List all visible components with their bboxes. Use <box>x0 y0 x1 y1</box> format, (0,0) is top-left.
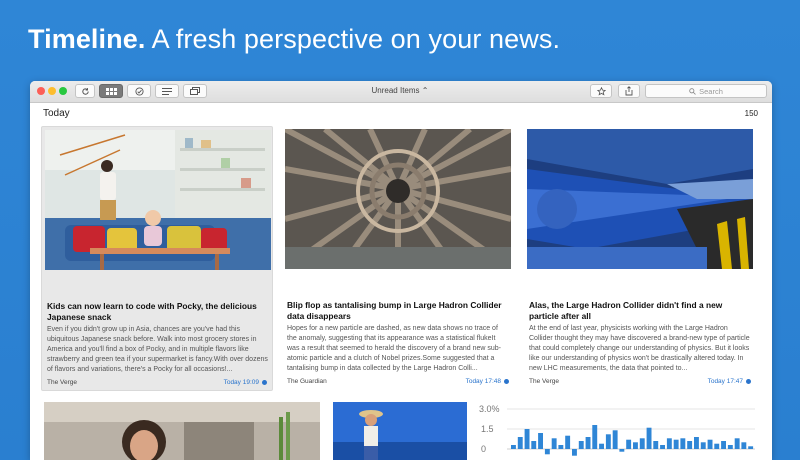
article-card-lhc-verge[interactable]: Alas, the Large Hadron Collider didn't f… <box>524 126 756 391</box>
section-label: Today <box>43 108 70 119</box>
unread-dot-icon <box>262 380 267 385</box>
chart-bar <box>544 449 550 455</box>
chart-bar <box>538 433 543 449</box>
article-time: Today 17:48 <box>466 378 509 385</box>
minimize-window-button[interactable] <box>48 87 56 95</box>
chart-bar <box>748 446 754 449</box>
share-button[interactable] <box>618 84 640 98</box>
article-image-pocky <box>45 130 271 270</box>
chart-bar <box>653 441 659 449</box>
article-time-text: Today 17:48 <box>465 378 501 385</box>
chart-bar <box>531 441 537 449</box>
chart-bar <box>721 441 726 449</box>
article-time: Today 19:09 <box>224 379 267 386</box>
article-source: The Verge <box>47 379 77 386</box>
chart-bar <box>517 437 523 449</box>
article-image-lhc-detector <box>285 129 511 269</box>
chart-bar <box>558 445 564 449</box>
chart-bars <box>511 425 754 456</box>
windows-icon <box>190 87 200 95</box>
chart-bar <box>694 437 699 449</box>
chart-bar <box>572 449 577 456</box>
article-image-beach <box>333 402 467 460</box>
article-title: Blip flop as tantalising bump in Large H… <box>287 300 502 321</box>
chart-bar <box>646 427 652 449</box>
list-view-button[interactable] <box>155 84 179 98</box>
chart-bar <box>666 438 672 449</box>
window-view-button[interactable] <box>183 84 207 98</box>
chart-bar <box>592 425 598 449</box>
search-placeholder: Search <box>699 86 723 96</box>
article-title: Kids can now learn to code with Pocky, t… <box>47 301 257 322</box>
article-card-chart[interactable]: 3.0% 1.5 0 <box>467 402 757 460</box>
headline-bold: Timeline. <box>28 24 146 54</box>
mark-read-button[interactable] <box>127 84 151 98</box>
chart-bar <box>599 443 604 449</box>
chart-bar <box>578 441 584 449</box>
chart-bar <box>524 429 530 449</box>
close-window-button[interactable] <box>37 87 45 95</box>
chart-bar <box>619 449 625 452</box>
grid-icon <box>105 87 117 95</box>
article-source: The Verge <box>529 378 559 385</box>
chart-bar <box>687 441 693 449</box>
grid-view-button[interactable] <box>99 84 123 98</box>
star-icon <box>596 86 606 96</box>
article-excerpt: Hopes for a new particle are dashed, as … <box>287 325 502 372</box>
y-tick-label: 1.5 <box>481 424 494 434</box>
article-card-beach[interactable] <box>333 402 467 460</box>
chart-bar <box>605 434 611 449</box>
chart-bar <box>511 445 516 449</box>
zoom-window-button[interactable] <box>59 87 67 95</box>
article-card-kitchen[interactable] <box>44 402 320 460</box>
chart-bar <box>673 439 679 449</box>
article-time-text: Today 19:09 <box>223 379 259 386</box>
app-window: Unread Items ⌃ Search Today 150 Kids can… <box>30 81 772 460</box>
chart-bar <box>714 443 720 449</box>
article-title: Alas, the Large Hadron Collider didn't f… <box>529 300 723 321</box>
search-icon <box>689 87 696 95</box>
chart-bar <box>551 438 557 449</box>
checkmark-circle-icon <box>134 86 144 96</box>
bar-chart: 3.0% 1.5 0 <box>479 404 755 456</box>
y-tick-label: 0 <box>481 444 486 454</box>
toolbar: Unread Items ⌃ Search <box>30 81 772 103</box>
unread-dot-icon <box>746 379 751 384</box>
unread-dot-icon <box>504 379 509 384</box>
article-card-pocky[interactable]: Kids can now learn to code with Pocky, t… <box>41 126 273 391</box>
chart-bar <box>700 442 706 449</box>
star-button[interactable] <box>590 84 612 98</box>
chart-bar <box>660 445 665 449</box>
article-image-lhc-tunnel <box>527 129 753 269</box>
article-time: Today 17:47 <box>708 378 751 385</box>
chart-bar <box>585 437 591 449</box>
article-source: The Guardian <box>287 378 327 385</box>
chart-bar <box>639 438 645 449</box>
article-excerpt: Even if you didn't grow up in Asia, chan… <box>47 326 268 373</box>
chart-bar <box>565 435 571 449</box>
section-header: Today 150 <box>30 103 772 125</box>
page-headline: Timeline. A fresh perspective on your ne… <box>28 24 560 55</box>
feed-selector[interactable]: Unread Items ⌃ <box>350 86 450 95</box>
refresh-icon <box>81 87 89 95</box>
chart-bar <box>741 442 747 449</box>
chart-bar <box>626 439 632 449</box>
chart-bar <box>633 442 638 449</box>
chart-bar <box>707 439 713 449</box>
chart-bar <box>680 438 686 449</box>
headline-rest: A fresh perspective on your news. <box>145 24 561 54</box>
chart-bar <box>612 430 618 449</box>
search-field[interactable]: Search <box>645 84 767 98</box>
list-icon <box>162 87 172 95</box>
article-image-kitchen <box>44 402 320 460</box>
article-time-text: Today 17:47 <box>707 378 743 385</box>
unread-count: 150 <box>744 109 758 118</box>
share-icon <box>625 86 633 96</box>
article-excerpt: At the end of last year, physicists work… <box>529 325 750 372</box>
article-card-lhc-guardian[interactable]: Blip flop as tantalising bump in Large H… <box>282 126 514 391</box>
y-tick-label: 3.0% <box>479 404 500 414</box>
chart-bar <box>734 438 740 449</box>
chart-bar <box>727 445 733 449</box>
refresh-button[interactable] <box>75 84 95 98</box>
